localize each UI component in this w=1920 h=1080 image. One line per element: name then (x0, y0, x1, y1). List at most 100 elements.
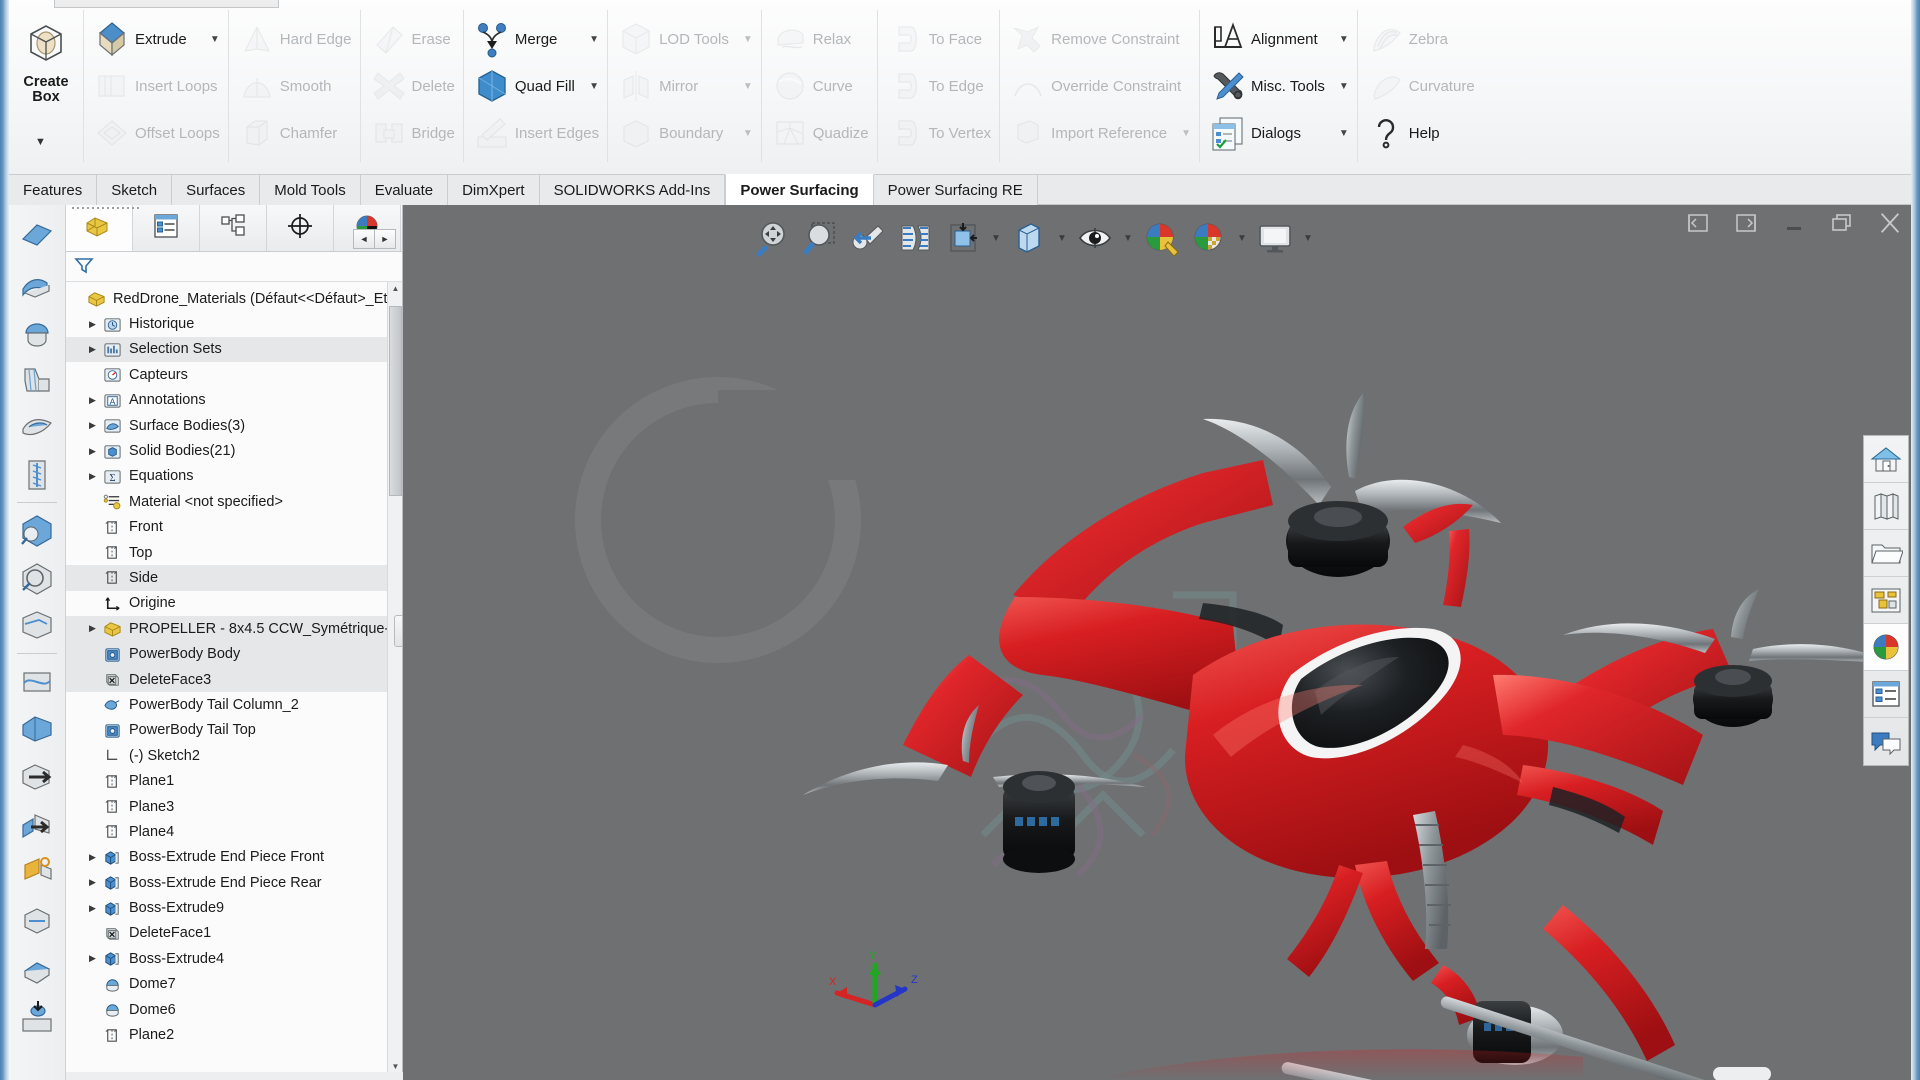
ribbon-button-misc-tools[interactable]: Misc. Tools▼ (1206, 63, 1351, 110)
tree-nav-arrows[interactable]: ◄ ► (354, 229, 396, 249)
apply-scene-icon[interactable] (1186, 215, 1232, 261)
tree-expand-toggle[interactable]: ▶ (84, 471, 101, 482)
custom-properties-icon[interactable] (1864, 671, 1908, 718)
tree-filter-row[interactable] (66, 252, 402, 282)
design-library-icon[interactable] (1864, 483, 1908, 530)
display-style-icon[interactable] (1006, 215, 1052, 261)
extruded-surface-icon[interactable] (15, 259, 59, 307)
feature-tree-item[interactable]: ▶Surface Bodies(3) (66, 413, 402, 438)
ribbon-pinned-tab[interactable] (54, 0, 279, 8)
feature-tree-item[interactable]: ▶Selection Sets (66, 337, 402, 362)
create-box-dropdown-caret[interactable]: ▼ (35, 136, 46, 148)
feature-tree-item[interactable]: Dome6 (66, 997, 402, 1022)
tab-sketch[interactable]: Sketch (97, 175, 172, 205)
tree-expand-toggle[interactable]: ▶ (84, 903, 101, 914)
scroll-up-arrow[interactable]: ▲ (388, 284, 402, 300)
feature-tree-item[interactable]: Plane2 (66, 1022, 402, 1047)
chevron-down-icon[interactable]: ▼ (1054, 215, 1070, 261)
chevron-down-icon[interactable]: ▼ (1325, 81, 1349, 92)
tab-power-surfacing-re[interactable]: Power Surfacing RE (874, 175, 1038, 205)
thicken-icon[interactable] (15, 945, 59, 993)
tree-expand-toggle[interactable]: ▶ (84, 420, 101, 431)
feature-tree-item[interactable]: Dome7 (66, 972, 402, 997)
feature-tree-root[interactable]: RedDrone_Materials (Défaut<<Défaut>_Etat… (66, 286, 402, 311)
graphics-viewport[interactable]: ▼▼▼▼▼ X Y Z (403, 205, 1911, 1080)
feature-tree-scrollbar[interactable]: ▲ ▼ (387, 282, 402, 1080)
hide-show-items-icon[interactable] (1072, 215, 1118, 261)
tree-expand-toggle[interactable]: ▶ (84, 623, 101, 634)
view-orientation-icon[interactable] (940, 215, 986, 261)
file-explorer-icon[interactable] (1864, 530, 1908, 577)
drone-3d-model[interactable] (403, 205, 1911, 1080)
ribbon-button-extrude[interactable]: Extrude▼ (90, 16, 222, 63)
boundary-surface-icon[interactable] (15, 451, 59, 499)
extend-surface-icon[interactable] (15, 801, 59, 849)
section-view-icon[interactable] (892, 215, 938, 261)
tree-expand-toggle[interactable]: ▶ (84, 319, 101, 330)
view-settings-icon[interactable] (1252, 215, 1298, 261)
tree-nav-prev[interactable]: ◄ (353, 229, 375, 249)
freeform-icon[interactable] (15, 554, 59, 602)
feature-tree-item[interactable]: ▶PROPELLER - 8x4.5 CCW_Symétrique->? (66, 616, 402, 641)
chevron-down-icon[interactable]: ▼ (1167, 128, 1191, 139)
dock-right-icon[interactable] (1733, 211, 1759, 235)
tree-nav-next[interactable]: ► (374, 229, 396, 249)
home-icon[interactable] (1864, 436, 1908, 483)
tree-expand-toggle[interactable]: ▶ (84, 877, 101, 888)
zoom-to-area-icon[interactable] (796, 215, 842, 261)
revolved-surface-icon[interactable] (15, 307, 59, 355)
dock-left-icon[interactable] (1685, 211, 1711, 235)
planar-surface-icon[interactable] (15, 211, 59, 259)
tab-dimxpert[interactable]: DimXpert (448, 175, 540, 205)
tab-surfaces[interactable]: Surfaces (172, 175, 260, 205)
filter-funnel-icon[interactable] (74, 256, 94, 278)
scrollbar-thumb[interactable] (389, 306, 402, 496)
close-icon[interactable] (1877, 211, 1903, 235)
feature-tree-item[interactable]: PowerBody Tail Top (66, 718, 402, 743)
chevron-down-icon[interactable]: ▼ (1325, 34, 1349, 45)
replace-face-icon[interactable] (15, 993, 59, 1041)
feature-tree-item[interactable]: ▶ΣEquations (66, 464, 402, 489)
edit-appearance-icon[interactable] (1138, 215, 1184, 261)
previous-view-icon[interactable] (844, 215, 890, 261)
chevron-down-icon[interactable]: ▼ (729, 128, 753, 139)
tree-expand-toggle[interactable]: ▶ (84, 344, 101, 355)
untrim-surface-icon[interactable] (15, 897, 59, 945)
feature-tree-item[interactable]: ▶Solid Bodies(21) (66, 438, 402, 463)
tab-power-surfacing[interactable]: Power Surfacing (725, 174, 873, 205)
feature-tree-item[interactable]: Front (66, 515, 402, 540)
chevron-down-icon[interactable]: ▼ (1234, 215, 1250, 261)
ribbon-button-dialogs[interactable]: Dialogs▼ (1206, 110, 1351, 157)
chevron-down-icon[interactable]: ▼ (575, 34, 599, 45)
forum-icon[interactable] (1864, 718, 1908, 765)
ruled-surface-icon[interactable] (15, 602, 59, 650)
panel-splitter-handle[interactable] (394, 615, 403, 647)
feature-tree-item[interactable]: ▶Boss-Extrude9 (66, 895, 402, 920)
ribbon-button-help[interactable]: Help (1364, 110, 1477, 157)
feature-tree-item[interactable]: ▶AAnnotations (66, 388, 402, 413)
feature-tree-item[interactable]: Capteurs (66, 362, 402, 387)
tree-expand-toggle[interactable]: ▶ (84, 852, 101, 863)
filled-surface-icon[interactable] (15, 506, 59, 554)
lofted-surface-icon[interactable] (15, 403, 59, 451)
tab-features[interactable]: Features (9, 175, 97, 205)
feature-tree-item[interactable]: Side (66, 565, 402, 590)
chevron-down-icon[interactable]: ▼ (575, 81, 599, 92)
tree-expand-toggle[interactable]: ▶ (84, 395, 101, 406)
feature-tree-item[interactable]: PowerBody Body (66, 641, 402, 666)
feature-tree-item[interactable]: Origine (66, 591, 402, 616)
feature-tree-item[interactable]: ▶Boss-Extrude4 (66, 946, 402, 971)
feature-tree-item[interactable]: Top (66, 540, 402, 565)
swept-surface-icon[interactable] (15, 355, 59, 403)
view-palette-icon[interactable] (1864, 577, 1908, 624)
feature-tree-item[interactable]: ▶Historique (66, 311, 402, 336)
feature-tree-item[interactable]: Plane3 (66, 794, 402, 819)
ribbon-button-alignment[interactable]: Alignment▼ (1206, 16, 1351, 63)
create-box-button[interactable]: Create Box (15, 12, 77, 158)
chevron-down-icon[interactable]: ▼ (1120, 215, 1136, 261)
chevron-down-icon[interactable]: ▼ (988, 215, 1004, 261)
chevron-down-icon[interactable]: ▼ (729, 34, 753, 45)
feature-tree-item[interactable]: DeleteFace3 (66, 667, 402, 692)
feature-tree-item[interactable]: (-) Sketch2 (66, 743, 402, 768)
appearances-icon[interactable] (1864, 624, 1908, 671)
